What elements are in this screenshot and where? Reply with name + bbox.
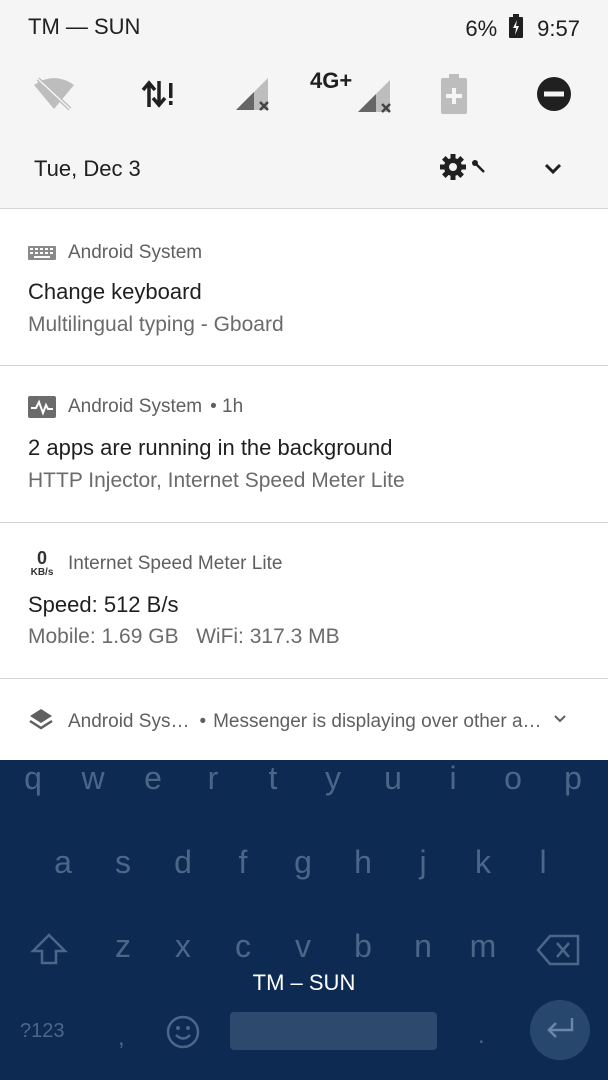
speed-icon: 0 KB/s	[28, 547, 56, 581]
status-right: 6% 9:57	[465, 14, 580, 44]
key-r[interactable]: r	[183, 760, 243, 797]
key-k[interactable]: k	[453, 844, 513, 881]
data-transfer-icon[interactable]	[130, 66, 186, 122]
enter-key[interactable]	[530, 1000, 590, 1060]
notification-header: 0 KB/s Internet Speed Meter Lite	[28, 547, 283, 581]
notification-text: HTTP Injector, Internet Speed Meter Lite	[28, 469, 405, 492]
key-f[interactable]: f	[213, 844, 273, 881]
separator-dot: •	[199, 711, 207, 732]
key-o[interactable]: o	[483, 760, 543, 797]
signal-no-sim-icon[interactable]	[226, 66, 282, 122]
symbols-key[interactable]: ?123	[20, 1020, 65, 1043]
battery-percent: 6%	[465, 16, 498, 41]
emoji-icon[interactable]	[166, 1015, 200, 1054]
key-x[interactable]: x	[153, 928, 213, 965]
enter-icon	[544, 1016, 576, 1045]
key-l[interactable]: l	[513, 844, 573, 881]
toast-message: TM – SUN	[252, 970, 356, 995]
key-q[interactable]: q	[3, 760, 63, 797]
notification-header: Android System • 1h	[28, 395, 243, 419]
key-t[interactable]: t	[243, 760, 303, 797]
notification-title: Speed: 512 B/s	[28, 592, 179, 617]
key-c[interactable]: c	[213, 928, 273, 965]
notification-collapsed-messenger[interactable]: Android Sys… • Messenger is displaying o…	[0, 678, 608, 760]
notification-apps-running[interactable]: Android System • 1h 2 apps are running i…	[0, 365, 608, 522]
notification-text: Messenger is displaying over other a…	[213, 711, 542, 732]
signal-4g-icon[interactable]: 4G+	[310, 66, 400, 122]
key-d[interactable]: d	[153, 844, 213, 881]
notification-text: Multilingual typing - Gboard	[28, 313, 284, 336]
backspace-icon[interactable]	[536, 934, 580, 971]
key-j[interactable]: j	[393, 844, 453, 881]
key-h[interactable]: h	[333, 844, 393, 881]
notification-header: Android System	[28, 241, 202, 265]
key-u[interactable]: u	[363, 760, 423, 797]
key-w[interactable]: w	[63, 760, 123, 797]
key-b[interactable]: b	[333, 928, 393, 965]
key-n[interactable]: n	[393, 928, 453, 965]
comma-key[interactable]: ,	[118, 1024, 125, 1052]
key-g[interactable]: g	[273, 844, 333, 881]
date-label: Tue, Dec 3	[34, 156, 141, 181]
settings-button[interactable]	[440, 154, 486, 185]
notification-text: Mobile: 1.69 GB WiFi: 317.3 MB	[28, 625, 340, 648]
key-m[interactable]: m	[453, 928, 513, 965]
wrench-icon	[472, 160, 486, 179]
notification-app-name: Android Sys…	[68, 711, 190, 732]
keyboard-icon	[28, 241, 56, 265]
notification-speed-meter[interactable]: 0 KB/s Internet Speed Meter Lite Speed: …	[0, 522, 608, 678]
keyboard: q w e r t y u i o p a s d f g h j k l z …	[0, 760, 608, 1080]
shift-icon[interactable]	[29, 932, 69, 971]
notification-app-name: Android System	[68, 396, 203, 417]
battery-saver-icon[interactable]	[426, 66, 482, 122]
collapsed-row: Android Sys… • Messenger is displaying o…	[28, 707, 568, 737]
activity-icon	[28, 395, 56, 419]
notification-time: • 1h	[210, 396, 244, 417]
notification-app-name: Android System	[68, 242, 203, 263]
status-bar: TM — SUN 6% 9:57	[0, 0, 608, 56]
key-i[interactable]: i	[423, 760, 483, 797]
chevron-down-icon[interactable]	[552, 711, 568, 733]
notification-title: Change keyboard	[28, 279, 202, 304]
carrier-name: TM — SUN	[28, 14, 141, 39]
spacebar[interactable]	[230, 1012, 437, 1050]
key-z[interactable]: z	[93, 928, 153, 965]
clock: 9:57	[537, 16, 580, 41]
layers-icon	[28, 707, 54, 737]
date-row: Tue, Dec 3	[0, 140, 608, 200]
key-e[interactable]: e	[123, 760, 183, 797]
key-y[interactable]: y	[303, 760, 363, 797]
speed-icon-value: 0	[36, 548, 47, 568]
notification-app-name: Internet Speed Meter Lite	[68, 553, 283, 574]
period-key[interactable]: .	[478, 1022, 485, 1050]
quick-settings-row: 4G+	[0, 66, 608, 122]
network-type-label: 4G+	[310, 68, 353, 93]
notification-shade: TM — SUN 6% 9:57 4G+ Tue, Dec 3 Android …	[0, 0, 608, 760]
do-not-disturb-icon[interactable]	[526, 66, 582, 122]
key-p[interactable]: p	[543, 760, 603, 797]
gear-icon	[440, 154, 466, 185]
wifi-off-icon[interactable]	[26, 66, 82, 122]
key-a[interactable]: a	[33, 844, 93, 881]
speed-icon-unit: KB/s	[30, 567, 54, 578]
chevron-down-icon[interactable]	[540, 156, 566, 187]
notification-title: 2 apps are running in the background	[28, 435, 393, 460]
notification-change-keyboard[interactable]: Android System Change keyboard Multiling…	[0, 208, 608, 365]
key-v[interactable]: v	[273, 928, 333, 965]
battery-charging-icon	[509, 14, 524, 44]
key-s[interactable]: s	[93, 844, 153, 881]
